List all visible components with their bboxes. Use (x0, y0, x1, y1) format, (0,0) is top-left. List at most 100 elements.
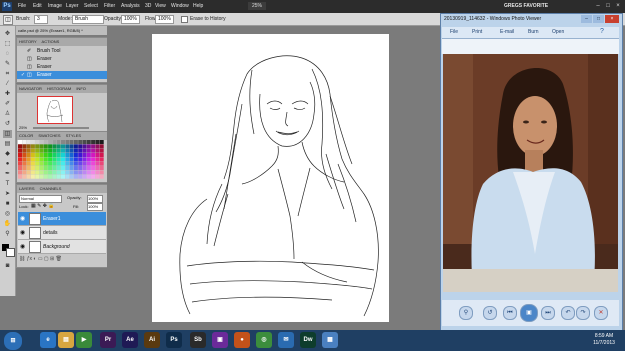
color-swatch[interactable] (22, 140, 27, 145)
color-swatch[interactable] (26, 161, 31, 166)
color-swatch[interactable] (48, 157, 53, 162)
opacity-field[interactable]: 100% (121, 15, 140, 24)
history-item-selected[interactable]: ✓ ◫ Eraser (17, 71, 107, 79)
color-swatch[interactable] (48, 170, 53, 175)
color-swatch[interactable] (73, 166, 78, 171)
color-swatch[interactable] (39, 170, 44, 175)
color-swatch[interactable] (65, 170, 70, 175)
tab-navigator[interactable]: NAVIGATOR (19, 86, 42, 91)
color-swatch[interactable] (26, 174, 31, 179)
color-swatch[interactable] (95, 174, 100, 179)
history-item[interactable]: ✐ Brush Tool (17, 47, 107, 55)
path-select-tool-icon[interactable]: ➤ (3, 190, 12, 198)
taskbar-soundbooth-icon[interactable]: Sb (190, 332, 206, 348)
color-swatch[interactable] (69, 170, 74, 175)
color-swatch[interactable] (56, 157, 61, 162)
color-swatch[interactable] (61, 161, 65, 166)
color-swatch[interactable] (30, 140, 35, 145)
color-swatch[interactable] (18, 157, 22, 162)
color-swatch[interactable] (52, 161, 57, 166)
color-swatch[interactable] (73, 144, 78, 149)
color-swatch[interactable] (35, 144, 40, 149)
color-swatch[interactable] (69, 140, 74, 145)
menu-filter[interactable]: Filter (104, 3, 115, 9)
color-swatch[interactable] (18, 148, 22, 153)
color-swatch[interactable] (86, 157, 91, 162)
quick-select-tool-icon[interactable]: ✎ (3, 60, 12, 68)
color-swatch[interactable] (69, 166, 74, 171)
color-swatch[interactable] (52, 174, 57, 179)
color-swatch[interactable] (43, 148, 48, 153)
color-swatch[interactable] (73, 153, 78, 158)
color-swatch[interactable] (99, 166, 104, 171)
color-swatch[interactable] (30, 166, 35, 171)
clone-stamp-tool-icon[interactable]: ♙ (3, 110, 12, 118)
color-swatch[interactable] (99, 161, 104, 166)
color-swatch[interactable] (43, 153, 48, 158)
color-swatch[interactable] (65, 144, 70, 149)
color-swatch[interactable] (69, 153, 74, 158)
tab-color[interactable]: COLOR (19, 133, 33, 138)
color-swatch[interactable] (26, 140, 31, 145)
color-swatch[interactable] (78, 148, 83, 153)
color-swatch[interactable] (91, 140, 96, 145)
color-swatch[interactable] (35, 161, 40, 166)
tab-histogram[interactable]: HISTOGRAM (47, 86, 71, 91)
color-swatch[interactable] (18, 161, 22, 166)
color-swatch[interactable] (86, 144, 91, 149)
color-swatch[interactable] (95, 166, 100, 171)
menu-select[interactable]: Select (84, 3, 98, 9)
eyedropper-tool-icon[interactable]: ⁄ (3, 80, 12, 88)
color-swatch[interactable] (26, 153, 31, 158)
menu-layer[interactable]: Layer (66, 3, 79, 9)
tab-layers[interactable]: LAYERS (19, 186, 35, 191)
color-swatch[interactable] (48, 161, 53, 166)
rotate-counterclockwise-icon[interactable]: ↶ (561, 306, 575, 320)
color-swatch[interactable] (35, 170, 40, 175)
color-swatch[interactable] (82, 153, 87, 158)
color-swatch[interactable] (99, 148, 104, 153)
taskbar-illustrator-icon[interactable]: Ai (144, 332, 160, 348)
color-swatch[interactable] (95, 140, 100, 145)
color-swatch[interactable] (48, 153, 53, 158)
viewer-maximize-icon[interactable]: □ (593, 15, 604, 23)
taskbar-photoshop-icon[interactable]: Ps (166, 332, 182, 348)
color-swatch[interactable] (48, 140, 53, 145)
color-swatch[interactable] (86, 148, 91, 153)
color-swatch[interactable] (39, 174, 44, 179)
color-swatch[interactable] (65, 161, 70, 166)
viewer-menu-file[interactable]: File (450, 29, 458, 35)
color-swatch[interactable] (99, 170, 104, 175)
eye-icon[interactable]: ◉ (20, 243, 25, 250)
taskbar-premiere-icon[interactable]: Pr (100, 332, 116, 348)
search-icon[interactable]: ⚲ (459, 306, 473, 320)
color-swatch[interactable] (26, 148, 31, 153)
history-item[interactable]: ◫ Eraser (17, 55, 107, 63)
color-swatch[interactable] (43, 157, 48, 162)
color-swatch[interactable] (56, 153, 61, 158)
color-swatch[interactable] (48, 166, 53, 171)
color-swatch[interactable] (30, 153, 35, 158)
layer-row[interactable]: ◉ details (18, 226, 106, 240)
brush-size-picker[interactable]: 3 (34, 15, 48, 24)
color-swatch[interactable] (95, 148, 100, 153)
color-swatch[interactable] (78, 166, 83, 171)
color-swatch[interactable] (52, 153, 57, 158)
color-swatch[interactable] (95, 144, 100, 149)
delete-icon[interactable]: ✕ (594, 306, 608, 320)
color-swatch[interactable] (39, 153, 44, 158)
blend-mode-select[interactable]: Normal (19, 195, 62, 203)
color-swatch[interactable] (56, 161, 61, 166)
color-swatch[interactable] (61, 140, 65, 145)
taskbar-messenger-icon[interactable]: ✉ (278, 332, 294, 348)
mode-select[interactable]: Brush (72, 15, 104, 24)
color-swatch[interactable] (86, 140, 91, 145)
color-swatch[interactable] (69, 161, 74, 166)
color-swatch[interactable] (82, 170, 87, 175)
tab-info[interactable]: INFO (76, 86, 86, 91)
crop-tool-icon[interactable]: ⌗ (3, 70, 12, 78)
zoom-level[interactable]: 25% (248, 2, 266, 10)
color-swatch[interactable] (56, 144, 61, 149)
eye-icon[interactable]: ◉ (20, 215, 25, 222)
viewer-minimize-icon[interactable]: – (581, 15, 592, 23)
